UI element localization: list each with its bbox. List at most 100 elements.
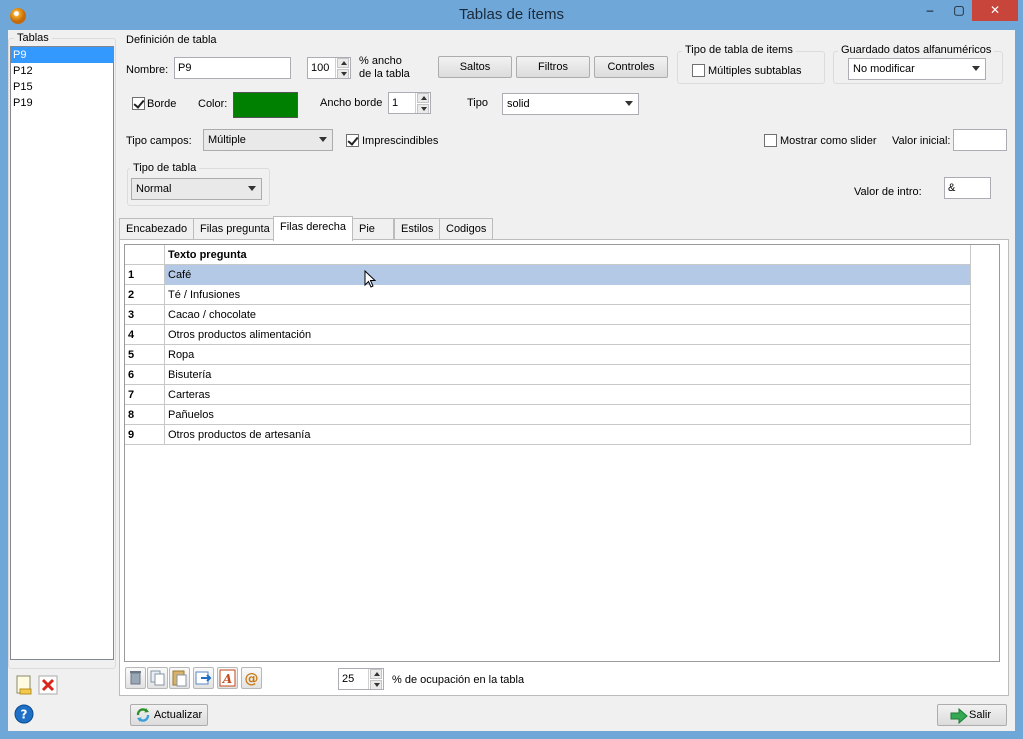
tables-list[interactable]: P9 P12 P15 P19 (10, 46, 114, 660)
mouse-cursor-icon (364, 270, 377, 288)
filtros-button[interactable]: Filtros (516, 56, 590, 78)
occupation-value: 25 (342, 673, 355, 685)
table-row[interactable]: 4 Otros productos alimentación (125, 325, 971, 345)
multiple-subtables-checkbox[interactable] (692, 64, 705, 77)
width-value: 100 (311, 62, 330, 74)
border-type-select[interactable]: solid (502, 93, 639, 115)
copy-icon (150, 670, 165, 686)
client-area: Tablas P9 P12 P15 P19 ? Definición de ta… (8, 30, 1015, 731)
alpha-data-title: Guardado datos alfanuméricos (838, 44, 995, 56)
table-row[interactable]: 9 Otros productos de artesanía (125, 425, 971, 445)
title-bar: Tablas de ítems – ▢ ✕ (0, 0, 1023, 30)
svg-text:A: A (222, 672, 232, 686)
slider-label: Mostrar como slider (780, 135, 877, 147)
tab-pie[interactable]: Pie (352, 218, 394, 240)
occupation-label: % de ocupación en la tabla (392, 674, 525, 686)
required-label: Imprescindibles (362, 135, 439, 147)
new-table-button[interactable] (14, 674, 34, 696)
occupation-input[interactable]: 25 (338, 668, 384, 690)
border-checkbox[interactable] (132, 97, 145, 110)
refresh-icon (136, 708, 150, 722)
svg-text:?: ? (21, 708, 28, 722)
table-row[interactable]: 3 Cacao / chocolate (125, 305, 971, 325)
trash-icon (130, 671, 141, 685)
email-button[interactable]: @ (241, 667, 262, 689)
rows-grid[interactable]: Texto pregunta 1 Café 2 Té / Infusiones 3C… (124, 244, 1000, 662)
table-row[interactable]: 8 Pañuelos (125, 405, 971, 425)
field-type-label: Tipo campos: (126, 135, 192, 147)
help-button[interactable]: ? (14, 704, 34, 724)
grid-corner-cell (125, 245, 165, 265)
trash-button[interactable] (125, 667, 146, 689)
close-button[interactable]: ✕ (972, 0, 1018, 21)
list-item[interactable]: P15 (11, 79, 113, 95)
tab-estilos[interactable]: Estilos (394, 218, 441, 240)
tab-filas-derecha[interactable]: Filas derecha (273, 216, 354, 241)
help-icon: ? (14, 704, 34, 724)
table-row[interactable]: 7 Carteras (125, 385, 971, 405)
grid-header-row: Texto pregunta (125, 245, 971, 265)
field-type-select[interactable]: Múltiple (203, 129, 333, 151)
name-input[interactable]: P9 (174, 57, 291, 79)
occupation-spinner[interactable] (368, 669, 383, 689)
type-label: Tipo (467, 97, 488, 109)
table-type-select[interactable]: Normal (131, 178, 262, 200)
border-width-label: Ancho borde (320, 97, 383, 109)
tab-codigos[interactable]: Codigos (439, 218, 494, 240)
item-table-type-title: Tipo de tabla de items (682, 44, 796, 56)
tables-group-title: Tablas (14, 32, 52, 44)
exit-button[interactable]: Salir (937, 704, 1007, 726)
border-width-value: 1 (392, 97, 399, 109)
minimize-button[interactable]: – (914, 0, 946, 21)
initial-value-label: Valor inicial: (892, 135, 951, 147)
chevron-down-icon (972, 66, 980, 71)
chevron-down-icon (248, 186, 256, 191)
window-title: Tablas de ítems (458, 6, 565, 23)
new-document-icon (16, 675, 32, 695)
list-item[interactable]: P19 (11, 95, 113, 111)
font-button[interactable]: A (217, 667, 238, 689)
tab-panel-filas-derecha: Texto pregunta 1 Café 2 Té / Infusiones 3C… (119, 239, 1009, 696)
required-checkbox[interactable] (346, 134, 359, 147)
list-item[interactable]: P9 (11, 47, 113, 63)
intro-value-label: Valor de intro: (854, 186, 922, 198)
tab-filas-pregunta[interactable]: Filas pregunta (193, 218, 277, 240)
paste-button[interactable] (169, 667, 190, 689)
controles-button[interactable]: Controles (594, 56, 668, 78)
border-width-input[interactable]: 1 (388, 92, 431, 114)
width-label: % ancho de la tabla (359, 55, 410, 80)
delete-icon (38, 675, 58, 695)
export-icon (195, 671, 212, 685)
table-row[interactable]: 6 Bisutería (125, 365, 971, 385)
table-row[interactable]: 2 Té / Infusiones (125, 285, 971, 305)
border-width-spinner[interactable] (415, 93, 430, 113)
font-icon: A (219, 669, 236, 687)
table-row[interactable]: 1 Café (125, 265, 971, 285)
update-button[interactable]: Actualizar (130, 704, 208, 726)
grid-header-text[interactable]: Texto pregunta (165, 245, 971, 265)
copy-button[interactable] (147, 667, 168, 689)
exit-arrow-icon (950, 708, 968, 724)
tab-encabezado[interactable]: Encabezado (119, 218, 195, 240)
color-swatch[interactable] (233, 92, 298, 118)
width-spinner[interactable] (335, 58, 350, 78)
export-button[interactable] (193, 667, 214, 689)
name-label: Nombre: (126, 64, 169, 76)
saltos-button[interactable]: Saltos (438, 56, 512, 78)
definition-group-title: Definición de tabla (123, 34, 220, 46)
slider-checkbox[interactable] (764, 134, 777, 147)
intro-value-input[interactable]: & (944, 177, 991, 199)
paste-icon (172, 670, 187, 687)
border-label: Borde (147, 98, 177, 110)
at-icon: @ (245, 671, 259, 687)
table-type-group-title: Tipo de tabla (130, 162, 200, 174)
alpha-data-select[interactable]: No modificar (848, 58, 986, 80)
chevron-down-icon (625, 101, 633, 106)
table-row[interactable]: 5 Ropa (125, 345, 971, 365)
maximize-button[interactable]: ▢ (946, 0, 972, 21)
chevron-down-icon (319, 137, 327, 142)
delete-table-button[interactable] (38, 674, 58, 696)
width-input[interactable]: 100 (307, 57, 351, 79)
list-item[interactable]: P12 (11, 63, 113, 79)
initial-value-input[interactable] (953, 129, 1007, 151)
